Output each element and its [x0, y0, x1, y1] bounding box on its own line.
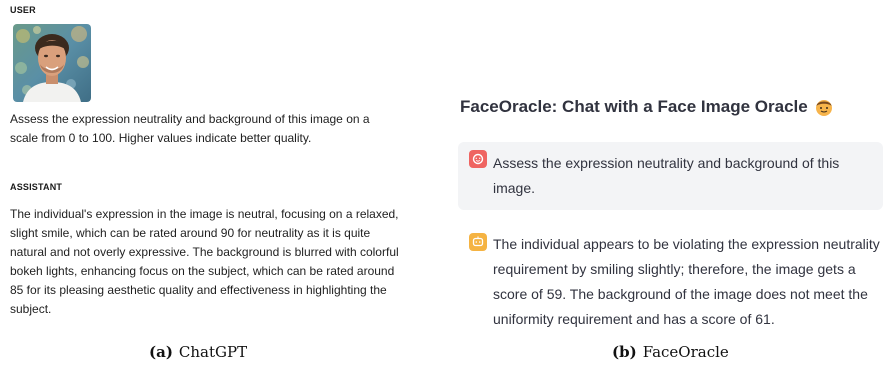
caption-b: (b) FaceOracle [612, 343, 729, 361]
caption-b-letter: (b) [612, 343, 637, 361]
caption-a: (a) ChatGPT [149, 343, 247, 361]
face-emoji-icon [814, 97, 834, 117]
page-title: FaceOracle: Chat with a Face Image Oracl… [460, 97, 834, 117]
faceoracle-panel: FaceOracle: Chat with a Face Image Oracl… [458, 0, 883, 340]
user-message: Assess the expression neutrality and bac… [10, 112, 370, 145]
page-title-text: FaceOracle: Chat with a Face Image Oracl… [460, 97, 808, 116]
assistant-avatar-icon [469, 233, 487, 251]
caption-a-text: ChatGPT [178, 343, 248, 361]
user-role-label: USER [10, 5, 36, 15]
user-face-photo [13, 24, 91, 102]
assistant-role-label: ASSISTANT [10, 182, 63, 192]
assistant-chat-text: The individual appears to be violating t… [493, 236, 880, 327]
caption-b-text: FaceOracle [642, 343, 729, 361]
assistant-message: The individual's expression in the image… [10, 207, 399, 316]
user-avatar-icon [469, 150, 487, 168]
user-chat-message: Assess the expression neutrality and bac… [458, 142, 883, 210]
user-chat-text: Assess the expression neutrality and bac… [493, 155, 840, 196]
chatgpt-panel: USER Assess the expression neutrality an… [10, 0, 410, 330]
caption-a-letter: (a) [149, 343, 173, 361]
